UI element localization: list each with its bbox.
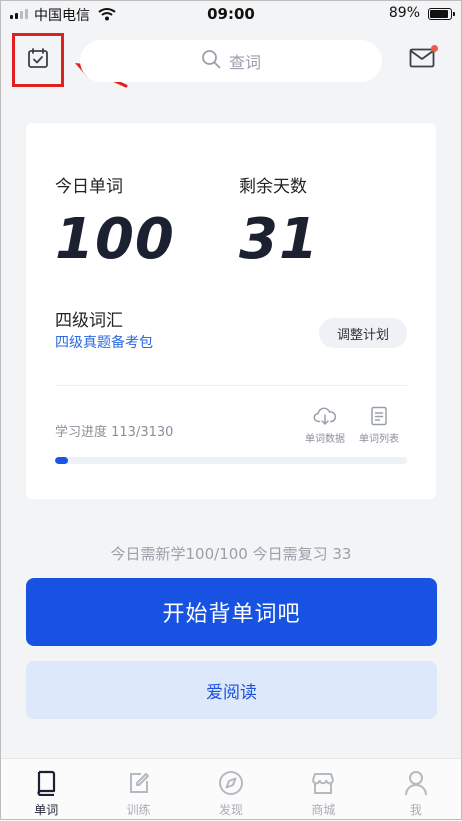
- compass-icon: [218, 769, 244, 797]
- word-list-label: 单词列表: [359, 434, 399, 445]
- battery-percent: 89%: [388, 5, 420, 21]
- tab-discover[interactable]: 发现: [185, 759, 277, 821]
- book-icon: [35, 769, 57, 797]
- remaining-days-label: 剩余天数: [239, 177, 307, 197]
- today-words-label: 今日单词: [55, 177, 123, 197]
- progress-bar: [55, 457, 407, 464]
- study-plan-card: 今日单词 100 剩余天数 31 四级词汇 四级真题备考包 调整计划 学习进度 …: [26, 123, 436, 499]
- search-placeholder: 查词: [228, 53, 261, 72]
- cloud-download-icon: [302, 406, 348, 426]
- tab-label: 单词: [34, 803, 59, 817]
- tab-bar: 单词 训练 发现 商城 我: [0, 758, 462, 821]
- tab-label: 商城: [311, 803, 336, 817]
- store-icon: [310, 769, 336, 797]
- start-memorizing-button[interactable]: 开始背单词吧: [26, 578, 437, 646]
- daily-summary: 今日需新学100/100 今日需复习 33: [110, 545, 352, 563]
- divider: [55, 385, 407, 386]
- calendar-button[interactable]: [12, 33, 64, 87]
- progress-bar-fill: [55, 457, 68, 464]
- love-reading-button[interactable]: 爱阅读: [26, 661, 437, 719]
- unread-dot: [431, 45, 438, 52]
- search-icon: [201, 49, 221, 73]
- word-list-button[interactable]: 单词列表: [356, 406, 402, 445]
- tab-label: 我: [409, 803, 422, 817]
- search-bar[interactable]: 查词: [80, 40, 382, 82]
- tab-words[interactable]: 单词: [0, 759, 92, 821]
- tab-training[interactable]: 训练: [92, 759, 184, 821]
- list-doc-icon: [356, 406, 402, 426]
- remaining-days-value: 31: [239, 207, 319, 272]
- mail-button[interactable]: [409, 45, 438, 72]
- tab-label: 训练: [126, 803, 151, 817]
- today-words-value: 100: [55, 207, 175, 272]
- word-book-package-link[interactable]: 四级真题备考包: [55, 332, 153, 352]
- tab-me[interactable]: 我: [370, 759, 462, 821]
- word-book-title: 四级词汇: [55, 311, 123, 331]
- tab-store[interactable]: 商城: [277, 759, 369, 821]
- edit-icon: [127, 769, 151, 797]
- status-bar: 中国电信 09:00 89%: [0, 0, 462, 30]
- user-icon: [404, 769, 428, 797]
- calendar-check-icon: [26, 46, 50, 74]
- word-data-label: 单词数据: [305, 434, 345, 445]
- mail-icon: [409, 48, 435, 72]
- adjust-plan-button[interactable]: 调整计划: [319, 318, 407, 348]
- tab-label: 发现: [219, 803, 244, 817]
- word-data-button[interactable]: 单词数据: [302, 406, 348, 445]
- battery-icon: [428, 8, 455, 20]
- progress-label: 学习进度 113/3130: [55, 425, 174, 440]
